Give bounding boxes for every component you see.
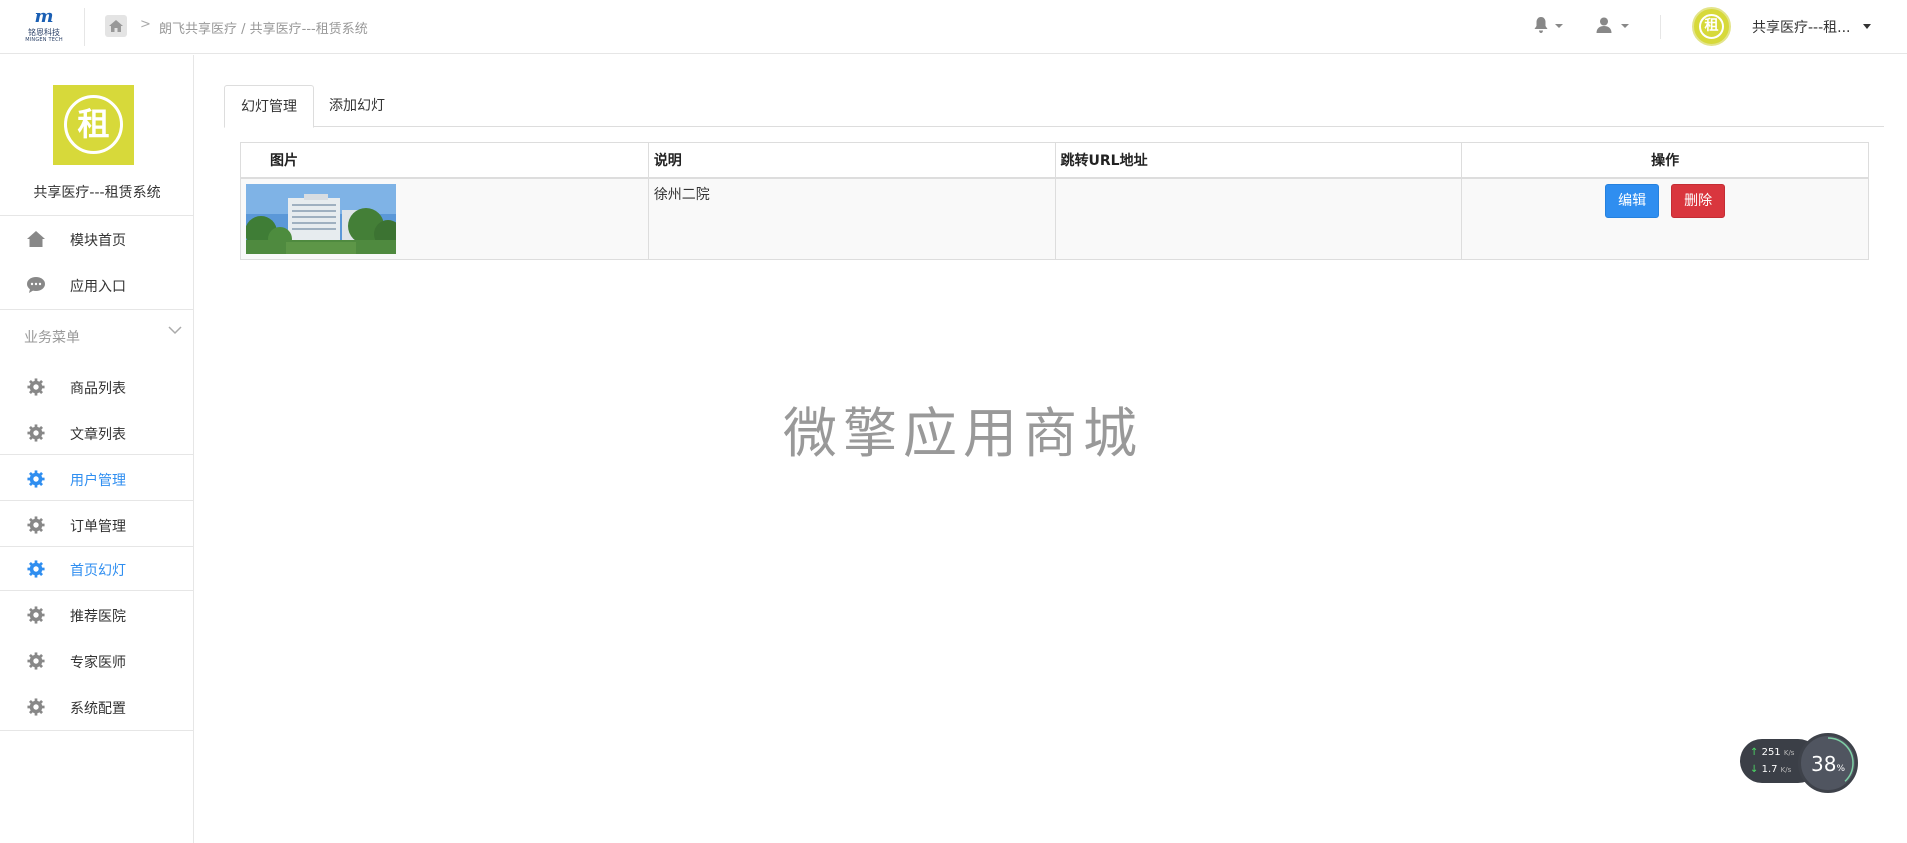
- sidebar-item-label: 推荐医院: [70, 609, 126, 625]
- logo-subtext: MINGEN TECH: [25, 37, 63, 43]
- sidebar-item-app-entry[interactable]: 应用入口: [0, 265, 194, 303]
- module-title: 共享医疗---租赁系统: [33, 185, 161, 201]
- gear-icon: [27, 470, 45, 488]
- cpu-usage-gauge: 38%: [1798, 733, 1858, 793]
- account-chevron-down-icon[interactable]: [1863, 24, 1871, 29]
- column-header-actions: 操作: [1461, 142, 1869, 179]
- column-header-image: 图片: [240, 142, 649, 179]
- hospital-photo-image: [246, 183, 396, 254]
- breadcrumb[interactable]: 朗飞共享医疗 / 共享医疗---租赁系统: [159, 18, 368, 37]
- module-logo: 租: [53, 85, 134, 165]
- sidebar-divider: [0, 590, 194, 591]
- sidebar-item-order-management[interactable]: 订单管理: [0, 505, 194, 543]
- cpu-usage-unit: %: [1836, 764, 1845, 774]
- download-speed-unit: K/s: [1780, 766, 1792, 774]
- sidebar-item-label: 订单管理: [70, 519, 126, 535]
- table-row: 徐州二院 编辑 删除: [240, 177, 1869, 260]
- gear-icon: [27, 424, 45, 442]
- network-monitor-widget[interactable]: ↑ 251 K/s ↓ 1.7 K/s 38%: [1740, 733, 1858, 793]
- cell-description: 徐州二院: [647, 177, 1056, 260]
- breadcrumb-separator-icon: >: [140, 17, 151, 32]
- home-icon: [27, 231, 45, 247]
- chevron-down-icon: [1555, 24, 1563, 28]
- sidebar-divider: [0, 309, 194, 310]
- cell-actions: 编辑 删除: [1461, 177, 1869, 260]
- sidebar-item-recommended-hospitals[interactable]: 推荐医院: [0, 595, 194, 633]
- logo-text: 铭恩科技: [28, 28, 60, 37]
- gear-icon: [27, 652, 45, 670]
- tab-add-slide[interactable]: 添加幻灯: [313, 85, 401, 127]
- upload-speed: ↑ 251 K/s: [1750, 747, 1794, 758]
- sidebar-item-product-list[interactable]: 商品列表: [0, 367, 194, 405]
- sidebar-divider: [0, 500, 194, 501]
- module-logo-char: 租: [64, 95, 123, 154]
- column-header-url: 跳转URL地址: [1054, 142, 1463, 179]
- gear-icon: [27, 378, 45, 396]
- avatar-char: 租: [1699, 14, 1724, 39]
- cpu-usage-value: 38: [1810, 752, 1837, 776]
- header-divider: [1660, 15, 1661, 39]
- sidebar-item-label: 用户管理: [70, 473, 126, 489]
- chevron-down-icon[interactable]: [168, 325, 182, 335]
- delete-button[interactable]: 删除: [1671, 183, 1726, 218]
- sidebar-item-label: 模块首页: [70, 233, 126, 249]
- gear-icon: [27, 698, 45, 716]
- user-icon: [1596, 17, 1612, 33]
- top-header: m 铭恩科技 MINGEN TECH > 朗飞共享医疗 / 共享医疗---租赁系…: [0, 0, 1907, 54]
- chevron-down-icon: [1621, 24, 1629, 28]
- sidebar-item-article-list[interactable]: 文章列表: [0, 413, 194, 451]
- upload-speed-unit: K/s: [1783, 749, 1795, 757]
- gear-icon: [27, 560, 45, 578]
- chat-icon: [27, 277, 45, 293]
- cell-image: [240, 177, 649, 260]
- account-name[interactable]: 共享医疗---租...: [1752, 17, 1851, 37]
- notification-menu[interactable]: [1533, 16, 1565, 36]
- tab-slide-management[interactable]: 幻灯管理: [224, 85, 314, 128]
- sidebar-item-label: 应用入口: [70, 279, 126, 295]
- table-header-row: 图片 说明 跳转URL地址 操作: [240, 142, 1869, 179]
- account-avatar[interactable]: 租: [1692, 7, 1731, 46]
- arrow-up-icon: ↑: [1750, 747, 1759, 758]
- download-speed: ↓ 1.7 K/s: [1750, 764, 1791, 775]
- logo-mark-icon: m: [34, 6, 54, 27]
- cpu-usage-percent: 38%: [1801, 752, 1855, 776]
- brand-logo[interactable]: m 铭恩科技 MINGEN TECH: [22, 6, 66, 46]
- sidebar-divider: [0, 454, 194, 455]
- watermark: 微擎应用商城: [783, 402, 1143, 465]
- sidebar-divider: [0, 215, 194, 216]
- user-menu[interactable]: [1595, 16, 1631, 36]
- sidebar-divider: [0, 730, 194, 731]
- sidebar-item-label: 文章列表: [70, 427, 126, 443]
- arrow-down-icon: ↓: [1750, 764, 1759, 775]
- cell-url: [1054, 177, 1463, 260]
- sidebar-divider: [0, 546, 194, 547]
- upload-speed-value: 251: [1761, 747, 1781, 758]
- slides-table: 图片 说明 跳转URL地址 操作 徐州二院 编辑 删除: [240, 142, 1869, 260]
- bell-icon: [1534, 17, 1548, 33]
- sidebar-item-label: 首页幻灯: [70, 563, 126, 579]
- edit-button[interactable]: 编辑: [1605, 183, 1660, 218]
- header-divider: [84, 8, 85, 46]
- sidebar: 租 共享医疗---租赁系统 模块首页 应用入口 业务菜单 商品列表 文章列表 用…: [0, 55, 194, 843]
- sidebar-item-user-management[interactable]: 用户管理: [0, 459, 194, 497]
- sidebar-item-label: 专家医师: [70, 655, 126, 671]
- sidebar-section-label[interactable]: 业务菜单: [24, 327, 80, 347]
- sidebar-item-label: 系统配置: [70, 701, 126, 717]
- sidebar-item-system-config[interactable]: 系统配置: [0, 687, 194, 725]
- download-speed-value: 1.7: [1761, 764, 1778, 775]
- column-header-description: 说明: [647, 142, 1056, 179]
- sidebar-item-home-slides[interactable]: 首页幻灯: [0, 549, 194, 587]
- sidebar-item-expert-doctors[interactable]: 专家医师: [0, 641, 194, 679]
- breadcrumb-home-icon[interactable]: [105, 15, 127, 37]
- sidebar-item-label: 商品列表: [70, 381, 126, 397]
- content-tabs: 幻灯管理 添加幻灯: [224, 85, 1884, 128]
- gear-icon: [27, 606, 45, 624]
- sidebar-item-module-home[interactable]: 模块首页: [0, 219, 194, 257]
- gear-icon: [27, 516, 45, 534]
